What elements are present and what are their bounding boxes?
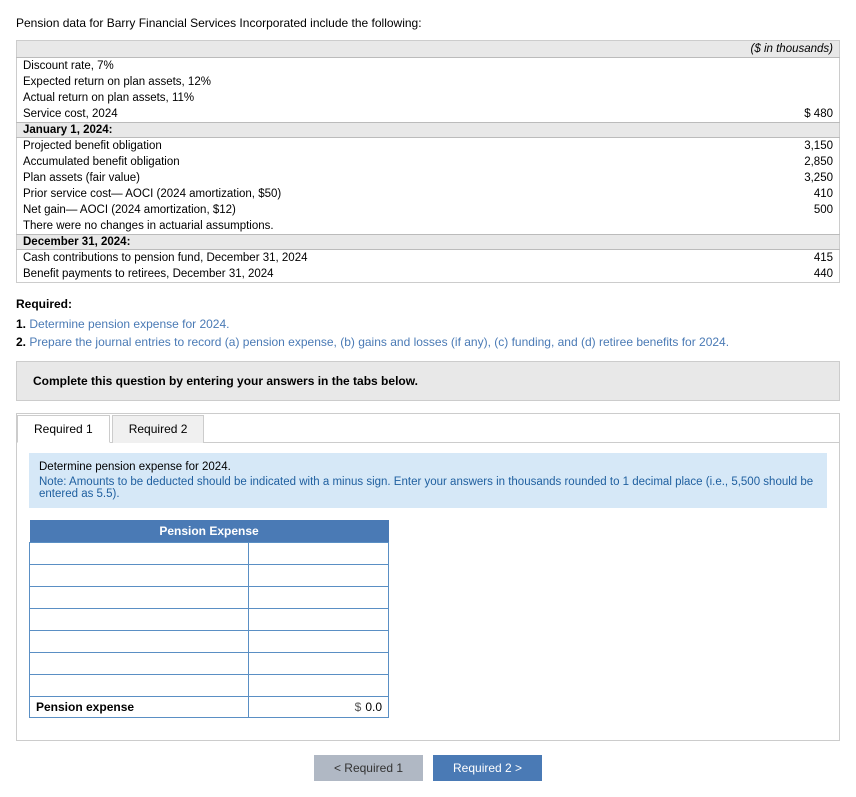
row-pbo-value: 3,150 xyxy=(593,138,840,155)
row-net-gain: Net gain— AOCI (2024 amortization, $12) xyxy=(17,202,593,218)
required-item-2-link[interactable]: Prepare the journal entries to record (a… xyxy=(29,335,729,349)
required-item-2-number: 2. xyxy=(16,335,26,349)
row-net-gain-value: 500 xyxy=(593,202,840,218)
required-section: Required: 1. Determine pension expense f… xyxy=(16,297,840,349)
pension-footer-row: Pension expense $ 0.0 xyxy=(30,697,389,718)
pension-row-7-label xyxy=(30,675,249,697)
data-table: ($ in thousands) Discount rate, 7% Expec… xyxy=(16,40,840,283)
nav-buttons: < Required 1 Required 2 > xyxy=(16,755,840,781)
pension-input-5[interactable] xyxy=(255,635,382,649)
row-abo: Accumulated benefit obligation xyxy=(17,154,593,170)
row-prior-service-cost-value: 410 xyxy=(593,186,840,202)
row-expected-return-value xyxy=(593,74,840,90)
intro-text: Pension data for Barry Financial Service… xyxy=(16,16,840,30)
pension-row-6-value[interactable] xyxy=(249,653,389,675)
row-discount-rate-value xyxy=(593,58,840,75)
pension-row-1 xyxy=(30,543,389,565)
row-expected-return: Expected return on plan assets, 12% xyxy=(17,74,593,90)
row-no-changes: There were no changes in actuarial assum… xyxy=(17,218,593,235)
pension-row-4-label xyxy=(30,609,249,631)
tab-required-2[interactable]: Required 2 xyxy=(112,415,205,443)
pension-row-7-value[interactable] xyxy=(249,675,389,697)
row-actual-return: Actual return on plan assets, 11% xyxy=(17,90,593,106)
note-main-text: Determine pension expense for 2024. xyxy=(39,461,817,473)
row-no-changes-value xyxy=(593,218,840,235)
row-discount-rate: Discount rate, 7% xyxy=(17,58,593,75)
pension-expense-value: 0.0 xyxy=(365,700,382,714)
pension-row-3-label xyxy=(30,587,249,609)
pension-row-7 xyxy=(30,675,389,697)
pension-input-6[interactable] xyxy=(255,657,382,671)
dollar-sign: $ xyxy=(355,700,362,714)
row-abo-value: 2,850 xyxy=(593,154,840,170)
pension-input-4[interactable] xyxy=(255,613,382,627)
row-cash-contributions-value: 415 xyxy=(593,250,840,267)
note-box: Determine pension expense for 2024. Note… xyxy=(29,453,827,508)
row-service-cost: Service cost, 2024 xyxy=(17,106,593,123)
row-prior-service-cost: Prior service cost— AOCI (2024 amortizat… xyxy=(17,186,593,202)
pension-row-4 xyxy=(30,609,389,631)
row-benefit-payments-value: 440 xyxy=(593,266,840,283)
pension-input-2[interactable] xyxy=(255,569,382,583)
pension-table-header: Pension Expense xyxy=(30,520,389,543)
pension-row-6-label xyxy=(30,653,249,675)
tabs-container: Required 1 Required 2 Determine pension … xyxy=(16,413,840,741)
tab-content-required-1: Determine pension expense for 2024. Note… xyxy=(17,443,839,740)
pension-expense-table: Pension Expense xyxy=(29,520,389,718)
row-cash-contributions: Cash contributions to pension fund, Dece… xyxy=(17,250,593,267)
row-plan-assets-value: 3,250 xyxy=(593,170,840,186)
pension-input-1[interactable] xyxy=(255,547,382,561)
tabs-header: Required 1 Required 2 xyxy=(17,414,839,443)
note-detail-text: Note: Amounts to be deducted should be i… xyxy=(39,476,817,500)
pension-row-3-value[interactable] xyxy=(249,587,389,609)
pension-row-1-label xyxy=(30,543,249,565)
row-dec-header: December 31, 2024: xyxy=(17,235,840,250)
pension-row-6 xyxy=(30,653,389,675)
pension-row-2-value[interactable] xyxy=(249,565,389,587)
pension-row-5-label xyxy=(30,631,249,653)
prev-button[interactable]: < Required 1 xyxy=(314,755,423,781)
row-jan-header: January 1, 2024: xyxy=(17,123,840,138)
complete-box: Complete this question by entering your … xyxy=(16,361,840,401)
pension-input-7[interactable] xyxy=(255,679,382,693)
pension-expense-total: $ 0.0 xyxy=(249,697,389,718)
pension-row-2-label xyxy=(30,565,249,587)
pension-input-3[interactable] xyxy=(255,591,382,605)
required-item-2: 2. Prepare the journal entries to record… xyxy=(16,335,840,349)
pension-row-3 xyxy=(30,587,389,609)
row-actual-return-value xyxy=(593,90,840,106)
pension-row-5-value[interactable] xyxy=(249,631,389,653)
table-header-currency: ($ in thousands) xyxy=(593,41,840,58)
required-title: Required: xyxy=(16,297,840,311)
required-item-1-link[interactable]: Determine pension expense for 2024. xyxy=(29,317,229,331)
required-item-1-number: 1. xyxy=(16,317,26,331)
row-benefit-payments: Benefit payments to retirees, December 3… xyxy=(17,266,593,283)
pension-row-1-value[interactable] xyxy=(249,543,389,565)
pension-row-5 xyxy=(30,631,389,653)
required-item-1: 1. Determine pension expense for 2024. xyxy=(16,317,840,331)
pension-row-2 xyxy=(30,565,389,587)
row-pbo: Projected benefit obligation xyxy=(17,138,593,155)
next-button[interactable]: Required 2 > xyxy=(433,755,542,781)
pension-row-4-value[interactable] xyxy=(249,609,389,631)
row-plan-assets: Plan assets (fair value) xyxy=(17,170,593,186)
pension-expense-label: Pension expense xyxy=(30,697,249,718)
tab-required-1[interactable]: Required 1 xyxy=(17,415,110,443)
row-service-cost-value: $ 480 xyxy=(593,106,840,123)
